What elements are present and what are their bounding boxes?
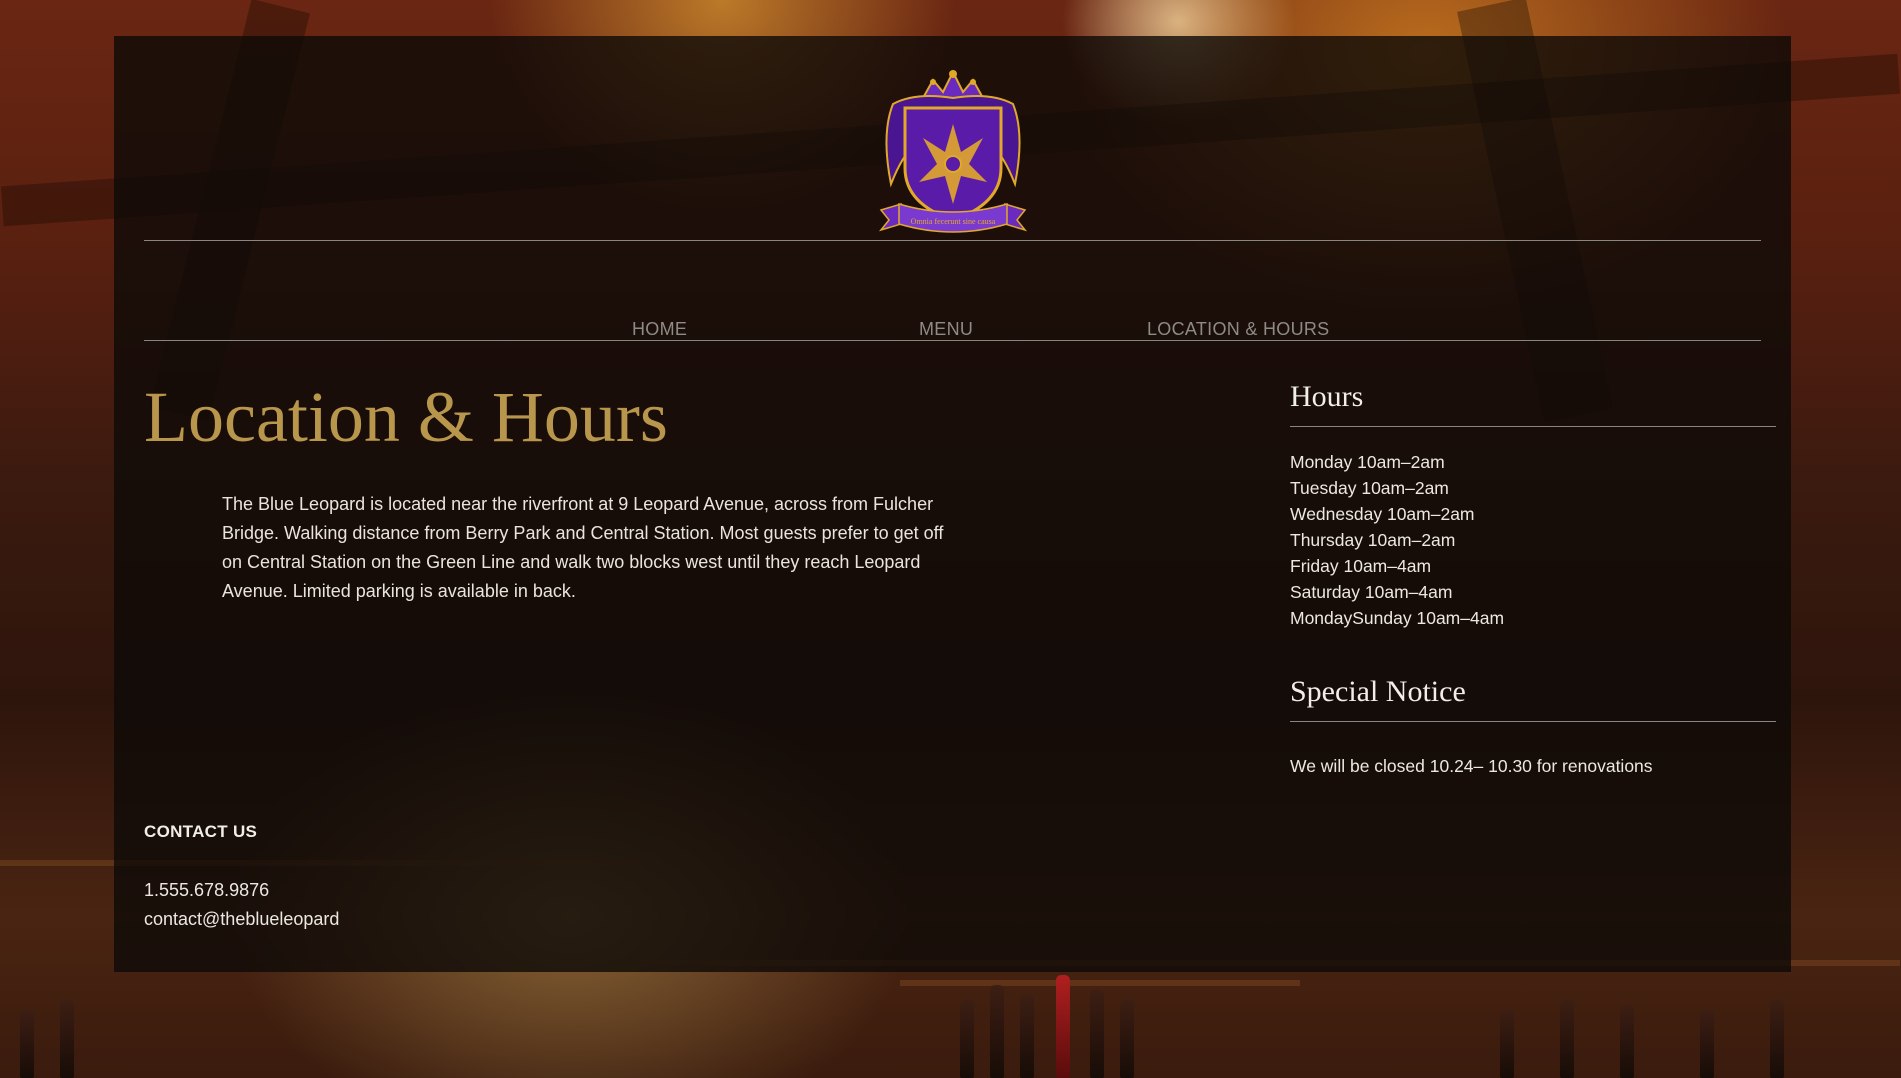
contact-phone[interactable]: 1.555.678.9876: [144, 876, 339, 905]
hours-item: Friday 10am–4am: [1290, 556, 1432, 576]
page-title: Location & Hours: [144, 377, 668, 457]
content-panel: Omnia fecerunt sine causa HOME MENU LOCA…: [114, 36, 1791, 972]
contact-section: CONTACT US 1.555.678.9876 contact@theblu…: [144, 822, 339, 934]
special-notice-text: We will be closed 10.24– 10.30 for renov…: [1290, 756, 1653, 776]
nav-location-hours-link[interactable]: LOCATION & HOURS: [1147, 319, 1330, 340]
nav-menu-link[interactable]: MENU: [919, 319, 973, 340]
divider: [144, 240, 1761, 241]
divider: [144, 340, 1761, 341]
crest-icon: Omnia fecerunt sine causa: [878, 69, 1027, 233]
location-description: The Blue Leopard is located near the riv…: [222, 494, 944, 601]
hours-item: Wednesday 10am–2am: [1290, 504, 1475, 524]
hours-heading: Hours: [1290, 380, 1776, 427]
hours-item: Saturday 10am–4am: [1290, 582, 1453, 602]
hours-item: Tuesday 10am–2am: [1290, 478, 1449, 498]
hours-sidebar: Hours Monday 10am–2am Tuesday 10am–2am W…: [1290, 380, 1776, 777]
crest-motto: Omnia fecerunt sine causa: [910, 217, 995, 226]
hours-list: Monday 10am–2am Tuesday 10am–2am Wednesd…: [1290, 449, 1776, 631]
special-notice-heading: Special Notice: [1290, 675, 1776, 722]
contact-email[interactable]: contact@theblueleopard: [144, 905, 339, 934]
main-nav: HOME MENU LOCATION & HOURS: [114, 276, 1791, 376]
hours-item: Monday 10am–2am: [1290, 452, 1445, 472]
crest-logo[interactable]: Omnia fecerunt sine causa: [875, 64, 1031, 240]
contact-heading: CONTACT US: [144, 822, 258, 841]
hours-item: MondaySunday 10am–4am: [1290, 608, 1505, 628]
nav-home-link[interactable]: HOME: [632, 319, 687, 340]
hours-item: Thursday 10am–2am: [1290, 530, 1456, 550]
